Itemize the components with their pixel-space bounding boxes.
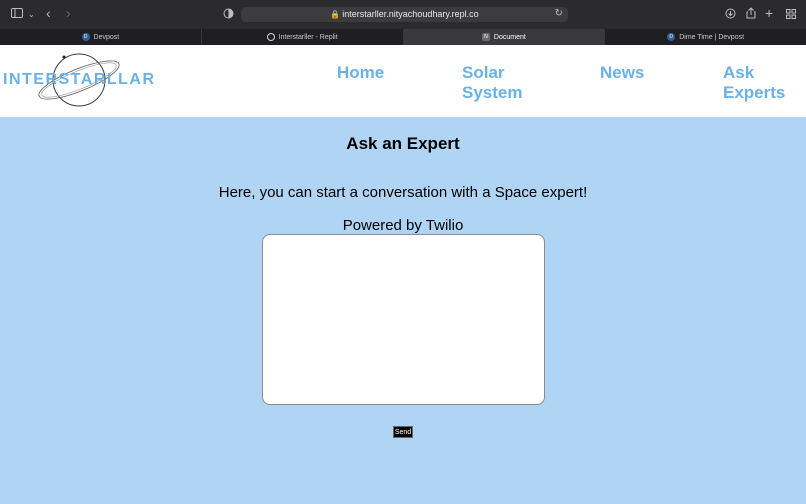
devpost-favicon-icon: D <box>667 33 676 41</box>
nav-solar-system[interactable]: Solar System <box>462 63 522 103</box>
new-tab-icon[interactable]: + <box>765 6 773 20</box>
back-icon[interactable]: ‹ <box>46 6 51 20</box>
lock-icon: 🔒 <box>330 10 341 19</box>
browser-toolbar: ⌄ ‹ › 🔒 interstarller.nityachoudhary.repl… <box>0 0 806 29</box>
devpost-favicon-icon: D <box>81 33 90 41</box>
tab-dime-time[interactable]: D Dime Time | Devpost <box>605 29 806 45</box>
nav-solar-label-1: Solar <box>462 63 505 82</box>
nav-solar-label-2: System <box>462 83 523 102</box>
tab-replit[interactable]: Interstarller - Replit <box>202 29 404 45</box>
logo-text: INTERSTARLLAR <box>3 71 156 88</box>
nav-ask-label-2: Experts <box>723 83 786 102</box>
tab-devpost[interactable]: D Devpost <box>0 29 202 45</box>
privacy-shield-icon[interactable] <box>223 8 234 21</box>
tab-label: Devpost <box>93 33 120 41</box>
forward-icon[interactable]: › <box>66 6 71 20</box>
document-favicon-icon: N <box>481 33 490 41</box>
nav-ask-experts[interactable]: Ask Experts <box>723 63 785 103</box>
replit-favicon-icon <box>266 33 275 41</box>
page-subtitle: Here, you can start a conversation with … <box>218 184 588 201</box>
share-icon[interactable] <box>746 7 756 21</box>
send-button[interactable]: Send <box>393 426 413 438</box>
sidebar-icon[interactable] <box>11 8 23 20</box>
nav-news[interactable]: News <box>600 63 644 83</box>
site-header: INTERSTARLLAR Home Solar System News Ask E… <box>0 45 806 117</box>
reload-icon[interactable]: ↻ <box>555 8 563 19</box>
address-bar[interactable]: 🔒 interstarller.nityachoudhary.repl.co ↻ <box>241 7 568 22</box>
chat-message-box[interactable] <box>262 234 545 405</box>
url-text: interstarller.nityachoudhary.repl.co <box>342 9 479 19</box>
chevron-down-icon[interactable]: ⌄ <box>28 9 35 21</box>
downloads-icon[interactable] <box>725 8 736 21</box>
nav-home-label: Home <box>337 63 385 82</box>
tab-overview-icon[interactable] <box>786 9 796 21</box>
tab-bar: D Devpost Interstarller - Replit N Docum… <box>0 29 806 45</box>
tab-label: Document <box>493 33 526 41</box>
tab-label: Dime Time | Devpost <box>679 33 745 41</box>
nav-news-label: News <box>600 63 645 82</box>
powered-by-text: Powered by Twilio <box>342 217 464 234</box>
page-title: Ask an Expert <box>346 134 460 153</box>
nav-home[interactable]: Home <box>337 63 384 83</box>
tab-label: Interstarller - Replit <box>278 33 338 41</box>
nav-ask-label-1: Ask <box>723 63 755 82</box>
tab-document[interactable]: N Document <box>403 29 606 45</box>
